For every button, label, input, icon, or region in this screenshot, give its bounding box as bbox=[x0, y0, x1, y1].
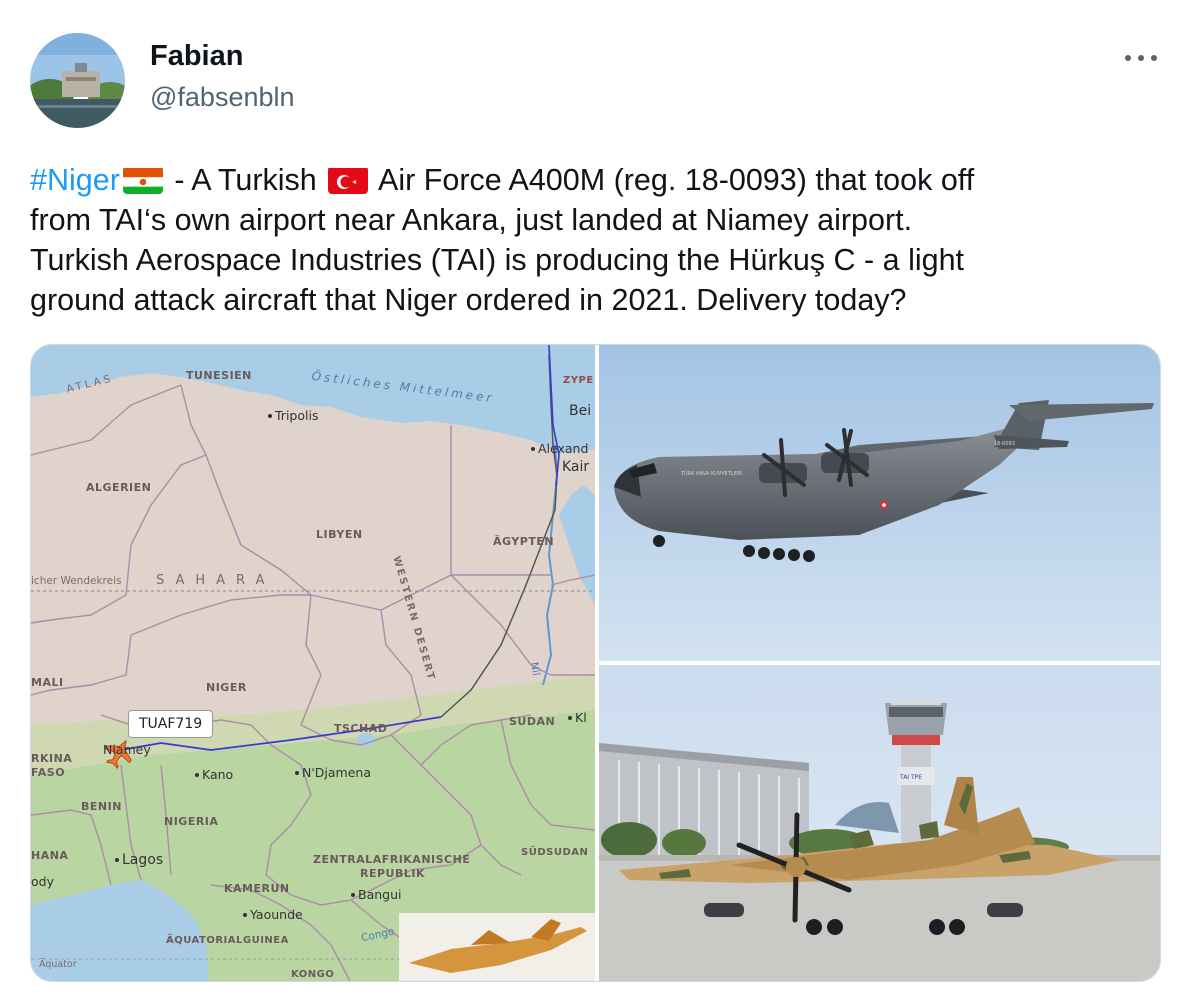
map-label-kairo: Kair bbox=[562, 459, 590, 475]
map-label-kano: Kano bbox=[195, 767, 233, 782]
tweet-line-3: Turkish Aerospace Industries (TAI) is pr… bbox=[30, 243, 965, 277]
more-dot-icon bbox=[1151, 55, 1157, 61]
map-label-libyen: LIBYEN bbox=[316, 528, 363, 541]
more-options-button[interactable] bbox=[1122, 45, 1160, 71]
map-label-benin: BENIN bbox=[81, 800, 122, 813]
map-label-kl: Kl bbox=[568, 710, 587, 725]
niger-flag-icon bbox=[122, 166, 163, 194]
flight-map-image[interactable]: TUAF719 TUNESIEN ATLAS Östliches Mittelm… bbox=[31, 345, 595, 981]
map-label-kongo: KONGO bbox=[291, 969, 335, 980]
map-label-aequatorialguinea: ÄQUATORIALGUINEA bbox=[166, 935, 289, 946]
map-label-bangui: Bangui bbox=[351, 887, 402, 902]
more-dot-icon bbox=[1138, 55, 1144, 61]
map-label-burkina-1: RKINA bbox=[31, 752, 73, 765]
map-label-algerien: ALGERIEN bbox=[86, 481, 152, 494]
map-label-sudan: SUDAN bbox=[509, 715, 556, 728]
map-label-aegypten: ÄGYPTEN bbox=[493, 535, 555, 548]
avatar[interactable] bbox=[30, 33, 125, 128]
tweet-line-1: #Niger - A Turkish Air Force A400M (reg.… bbox=[30, 160, 1150, 200]
map-label-burkina-2: FASO bbox=[31, 766, 66, 779]
map-label-nil: Nil bbox=[527, 661, 542, 677]
map-label-mali: MALI bbox=[31, 676, 64, 689]
map-label-beirut: Bei bbox=[569, 403, 592, 419]
hashtag-niger[interactable]: #Niger bbox=[30, 163, 120, 197]
map-label-nigeria: NIGERIA bbox=[164, 815, 219, 828]
map-label-aequator: Äquator bbox=[39, 959, 77, 970]
author-name[interactable]: Fabian bbox=[150, 40, 243, 73]
a400m-markings: TÜRK HAVA KUVVETLERİ bbox=[680, 470, 742, 477]
map-label-zar-2: REPUBLIK bbox=[360, 867, 425, 880]
map-label-zypern: ZYPE bbox=[563, 375, 594, 386]
map-label-cody: ody bbox=[31, 874, 54, 889]
a400m-photo[interactable]: TÜRK HAVA KUVVETLERİ 18-0093 bbox=[599, 345, 1160, 661]
more-dot-icon bbox=[1125, 55, 1131, 61]
map-label-lagos: Lagos bbox=[115, 852, 163, 868]
tweet-line-1-b: Air Force A400M (reg. 18-0093) that took… bbox=[371, 163, 975, 197]
map-label-yaounde: Yaounde bbox=[243, 907, 303, 922]
map-label-alexandria: Alexand bbox=[531, 441, 588, 456]
map-label-ghana: HANA bbox=[31, 849, 69, 862]
map-label-tunesien: TUNESIEN bbox=[186, 369, 252, 382]
map-label-suedsudan: SÜDSUDAN bbox=[521, 847, 589, 858]
tweet-text: #Niger - A Turkish Air Force A400M (reg.… bbox=[30, 160, 1150, 320]
tweet-line-2: from TAI‘s own airport near Ankara, just… bbox=[30, 203, 913, 237]
author-handle[interactable]: @fabsenbln bbox=[150, 82, 295, 113]
flight-tag[interactable]: TUAF719 bbox=[128, 710, 214, 738]
hurkus-photo[interactable]: TAI TPE bbox=[599, 665, 1160, 981]
map-label-zar-1: ZENTRALAFRIKANISCHE bbox=[313, 853, 471, 866]
map-label-kamerun: KAMERUN bbox=[224, 882, 290, 895]
map-label-wendekreis: icher Wendekreis bbox=[31, 575, 122, 587]
a400m-reg: 18-0093 bbox=[994, 441, 1015, 447]
map-label-tripolis: Tripolis bbox=[268, 408, 318, 423]
map-label-niamey: Niamey bbox=[103, 742, 151, 757]
tweet-line-1-a: - A Turkish bbox=[165, 163, 326, 197]
media-grid: TUAF719 TUNESIEN ATLAS Östliches Mittelm… bbox=[30, 344, 1161, 982]
tweet-line-4: ground attack aircraft that Niger ordere… bbox=[30, 283, 907, 317]
turkey-flag-icon bbox=[328, 166, 369, 194]
map-label-niger: NIGER bbox=[206, 681, 247, 694]
map-label-sahara: SAHARA bbox=[156, 573, 276, 588]
map-label-ndjamena: N'Djamena bbox=[295, 765, 371, 780]
tower-text: TAI TPE bbox=[899, 774, 922, 781]
map-label-tschad: TSCHAD bbox=[334, 722, 388, 735]
